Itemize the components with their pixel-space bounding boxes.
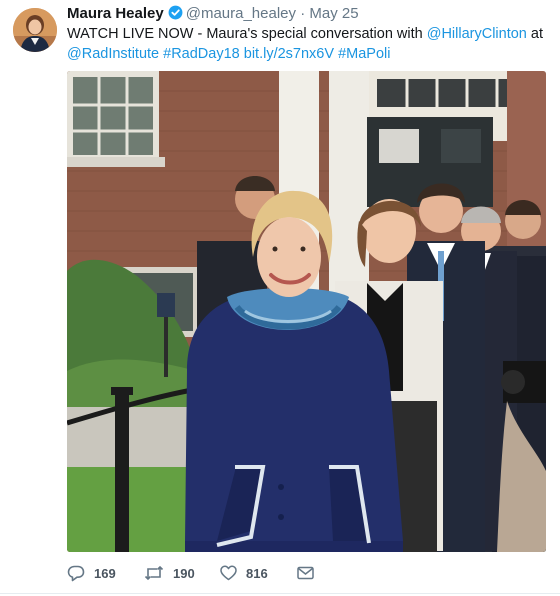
retweet-button[interactable]: 190 (144, 563, 195, 583)
tweet-text-at: at (526, 26, 543, 42)
retweet-count: 190 (173, 565, 195, 581)
reply-icon (67, 565, 85, 582)
retweet-icon (144, 565, 164, 581)
bottom-divider (0, 593, 560, 594)
tweet-photo[interactable] (67, 71, 546, 552)
hashtag-radday18[interactable]: #RadDay18 (163, 46, 240, 62)
avatar[interactable] (13, 8, 57, 52)
mention-hillaryclinton[interactable]: @HillaryClinton (427, 26, 527, 42)
tweet-text-intro: WATCH LIVE NOW - Maura's special convers… (67, 26, 427, 42)
like-count: 816 (246, 565, 268, 581)
reply-count: 169 (94, 565, 116, 581)
like-button[interactable]: 816 (220, 563, 268, 583)
tweet-text: WATCH LIVE NOW - Maura's special convers… (67, 24, 547, 64)
envelope-icon (297, 566, 314, 580)
tweet-header: Maura Healey @maura_healey · May 25 (67, 5, 359, 25)
mention-radinstitute[interactable]: @RadInstitute (67, 46, 159, 62)
tweet: Maura Healey @maura_healey · May 25 WATCH… (0, 0, 560, 596)
hashtag-mapoli[interactable]: #MaPoli (338, 46, 390, 62)
author-handle[interactable]: @maura_healey (186, 5, 296, 22)
heart-icon (220, 565, 237, 581)
message-button[interactable] (297, 563, 314, 583)
reply-button[interactable]: 169 (67, 563, 116, 583)
short-link[interactable]: bit.ly/2s7nx6V (244, 46, 334, 62)
separator-dot: · (300, 5, 306, 22)
verified-badge-icon (168, 5, 183, 25)
author-name[interactable]: Maura Healey (67, 5, 164, 22)
tweet-date[interactable]: May 25 (309, 5, 358, 22)
